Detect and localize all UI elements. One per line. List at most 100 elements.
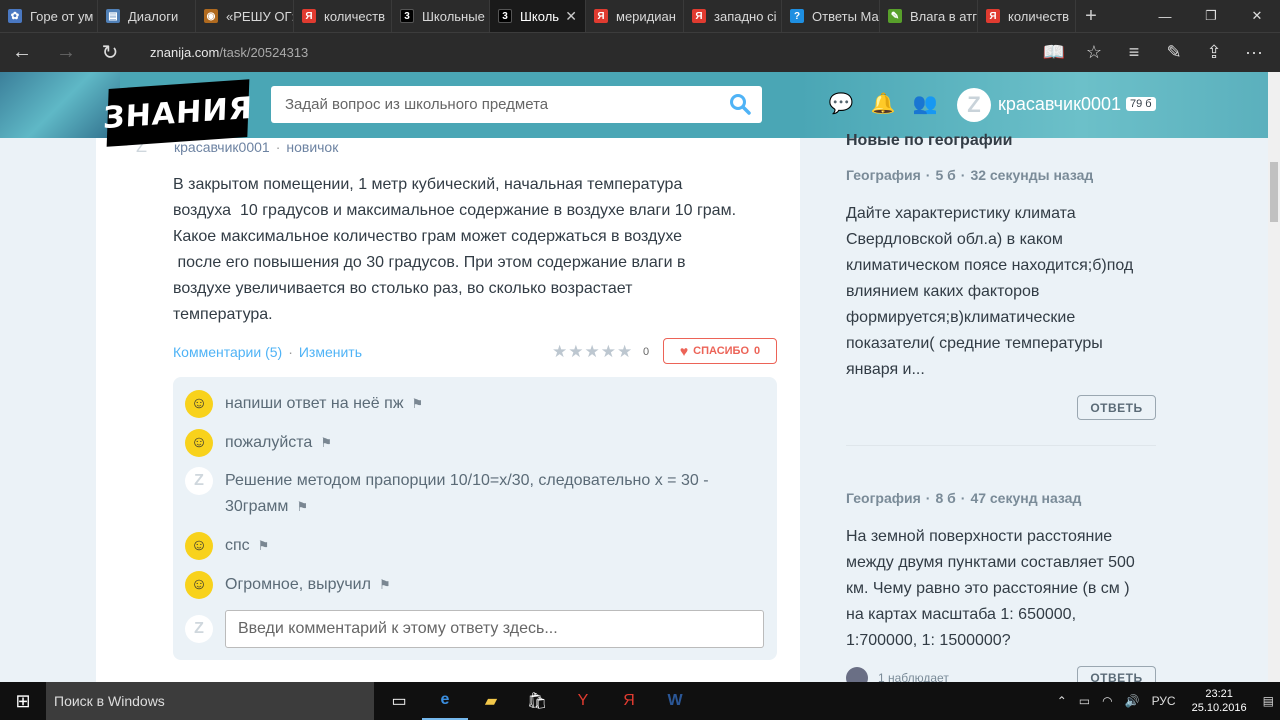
tab-favicon-icon: Я: [986, 9, 1000, 23]
browser-tab[interactable]: ▤ Диалоги: [98, 0, 196, 32]
star-icon[interactable]: ★: [585, 342, 600, 362]
report-flag-icon[interactable]: ⚑: [258, 538, 270, 553]
share-icon[interactable]: ⇪: [1194, 42, 1234, 63]
smiley-avatar-icon[interactable]: ☺: [185, 390, 213, 418]
user-avatar[interactable]: Z: [957, 88, 991, 122]
window-close-icon[interactable]: ✕: [1234, 0, 1280, 32]
tab-close-icon[interactable]: ✕: [565, 8, 577, 25]
tab-favicon-icon: ▤: [106, 9, 120, 23]
browser-tab[interactable]: ✎ Влага в атг: [880, 0, 978, 32]
forward-icon[interactable]: →: [44, 33, 88, 73]
wifi-icon[interactable]: ◠: [1102, 694, 1112, 708]
report-flag-icon[interactable]: ⚑: [379, 577, 391, 592]
taskbar-search[interactable]: Поиск в Windows: [46, 682, 374, 720]
scrollbar-thumb[interactable]: [1270, 162, 1278, 222]
sidebar-question-text[interactable]: Дайте характеристику климата Свердловско…: [846, 201, 1166, 383]
notifications-icon[interactable]: ▤: [1263, 694, 1274, 708]
browser-tab-active[interactable]: 3 Школь ✕: [490, 0, 586, 32]
sidebar-item-meta: География · 5 б · 32 секунды назад: [846, 167, 1094, 183]
smiley-avatar-icon[interactable]: ☺: [185, 429, 213, 457]
star-icon[interactable]: ★: [601, 342, 616, 362]
friends-icon[interactable]: 👥: [910, 88, 940, 118]
star-icon[interactable]: ★: [617, 342, 632, 362]
star-icon[interactable]: ★: [552, 342, 567, 362]
battery-icon[interactable]: ▭: [1079, 694, 1090, 708]
tab-favicon-icon: ?: [790, 9, 804, 23]
report-flag-icon[interactable]: ⚑: [320, 435, 332, 450]
reading-view-icon[interactable]: 📖: [1034, 42, 1074, 63]
yandex-icon[interactable]: Я: [606, 682, 652, 720]
browser-tab[interactable]: ◉ «РЕШУ ОГ:: [196, 0, 294, 32]
yandex-browser-icon[interactable]: Y: [560, 682, 606, 720]
report-flag-icon[interactable]: ⚑: [412, 396, 424, 411]
browser-tab[interactable]: Ямеридиан: [586, 0, 684, 32]
favorite-star-icon[interactable]: ☆: [1074, 42, 1114, 63]
refresh-icon[interactable]: ↻: [88, 33, 132, 73]
word-icon[interactable]: W: [652, 682, 698, 720]
more-icon[interactable]: ···: [1234, 42, 1274, 63]
user-name[interactable]: красавчик0001: [998, 94, 1121, 115]
url-field[interactable]: znanija.com/task/20524313: [150, 45, 308, 60]
sidebar-question-text[interactable]: На земной поверхности расстояние между д…: [846, 524, 1166, 654]
comment-input-row: Z: [185, 615, 213, 643]
browser-tab[interactable]: ? Ответы Ма: [782, 0, 880, 32]
page-scrollbar[interactable]: [1268, 72, 1280, 682]
rating-stars[interactable]: ★ ★ ★ ★ ★: [552, 342, 632, 362]
tab-favicon-icon: 3: [400, 9, 414, 23]
notifications-bell-icon[interactable]: 🔔: [868, 88, 898, 118]
browser-tab[interactable]: ✿ Горе от ум: [0, 0, 98, 32]
answer-button[interactable]: ОТВЕТЬ: [1077, 395, 1156, 420]
tab-favicon-icon: Я: [302, 9, 316, 23]
sidebar-item-meta: География · 8 б · 47 секунд назад: [846, 490, 1082, 506]
clock[interactable]: 23:21 25.10.2016: [1192, 687, 1247, 715]
store-icon[interactable]: 🛍: [514, 682, 560, 720]
tab-favicon-icon: Я: [692, 9, 706, 23]
browser-tab-bar: ✿ Горе от ум ▤ Диалоги ◉ «РЕШУ ОГ: Яколичес…: [0, 0, 1280, 32]
back-icon[interactable]: ←: [0, 33, 44, 73]
browser-tab[interactable]: Яколичеств: [978, 0, 1076, 32]
user-avatar-icon[interactable]: Z: [185, 467, 213, 495]
new-tab-button[interactable]: +: [1076, 0, 1106, 32]
author-name[interactable]: красавчик0001: [174, 139, 270, 155]
author-rank: новичок: [286, 139, 339, 155]
browser-tab[interactable]: Язападно сі: [684, 0, 782, 32]
rating-count: 0: [643, 346, 650, 358]
tab-favicon-icon: ◉: [204, 9, 218, 23]
thanks-button[interactable]: ♥ СПАСИБО 0: [663, 338, 777, 364]
smiley-avatar-icon[interactable]: ☺: [185, 571, 213, 599]
tab-favicon-icon: 3: [498, 9, 512, 23]
hub-icon[interactable]: ≡: [1114, 42, 1154, 63]
web-note-icon[interactable]: ✎: [1154, 42, 1194, 63]
comment-item: ☺ напиши ответ на неё пж ⚑: [185, 390, 745, 418]
search-input[interactable]: Задай вопрос из школьного предмета: [271, 86, 762, 123]
show-hidden-icons[interactable]: ⌃: [1057, 694, 1067, 708]
volume-icon[interactable]: 🔊: [1125, 694, 1140, 708]
star-icon[interactable]: ★: [568, 342, 583, 362]
comment-item: ☺ Огромное, выручил ⚑: [185, 571, 745, 599]
minimize-icon[interactable]: —: [1142, 0, 1188, 32]
comment-item: ☺ пожалуйста ⚑: [185, 429, 745, 457]
comment-input[interactable]: Введи комментарий к этому ответу здесь..…: [225, 610, 764, 648]
windows-start-icon[interactable]: ⊞: [0, 682, 46, 720]
comment-item: Z Решение методом прапорции 10/10=x/30, …: [185, 467, 745, 520]
address-bar: ← → ↻ znanija.com/task/20524313 📖 ☆ ≡ ✎ …: [0, 32, 1280, 72]
browser-tab[interactable]: Яколичеств: [294, 0, 392, 32]
browser-tab[interactable]: 3 Школьные: [392, 0, 490, 32]
edit-link[interactable]: Изменить: [299, 344, 362, 360]
sidebar-title: Новые по географии: [846, 132, 1013, 149]
smiley-avatar-icon[interactable]: ☺: [185, 532, 213, 560]
comments-link[interactable]: Комментарии (5): [173, 344, 282, 360]
site-logo[interactable]: ЗНАНИЯ: [103, 79, 253, 147]
user-avatar-icon: Z: [185, 615, 213, 643]
edge-browser-icon[interactable]: e: [422, 682, 468, 720]
file-explorer-icon[interactable]: ▰: [468, 682, 514, 720]
tab-favicon-icon: Я: [594, 9, 608, 23]
task-view-icon[interactable]: ▭: [376, 682, 422, 720]
maximize-icon[interactable]: ❐: [1188, 0, 1234, 32]
search-icon[interactable]: [728, 92, 752, 116]
language-indicator[interactable]: РУС: [1152, 694, 1176, 708]
messages-icon[interactable]: 💬: [826, 88, 856, 118]
report-flag-icon[interactable]: ⚑: [296, 499, 308, 514]
answer-button[interactable]: ОТВЕТЬ: [1077, 666, 1156, 682]
windows-taskbar: ⊞ Поиск в Windows ▭ e ▰ 🛍 Y Я W ⌃ ▭ ◠ 🔊 …: [0, 682, 1280, 720]
